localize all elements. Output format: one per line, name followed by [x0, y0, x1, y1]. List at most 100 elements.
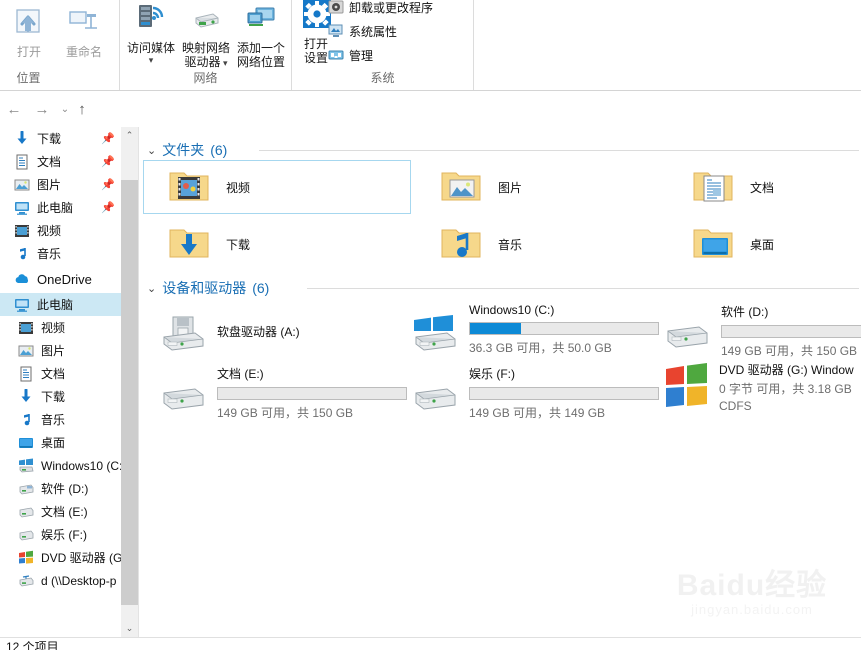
sidebar-item-network-drive-d-label: d (\\Desktop-p — [41, 573, 117, 588]
sidebar-item-videos-quick[interactable]: 视频 — [0, 219, 121, 242]
ribbon-item-uninstall-program[interactable]: 卸载或更改程序 — [328, 0, 433, 18]
drive-tile-d-meta: 149 GB 可用，共 150 GB — [721, 344, 858, 358]
sidebar-item-downloads-pc[interactable]: 下载 — [0, 385, 121, 408]
folder-tile-desktop-label: 桌面 — [750, 237, 775, 252]
downloads-icon — [18, 388, 34, 405]
drive-icon — [411, 377, 459, 424]
pin-icon[interactable]: 📌 — [101, 155, 115, 168]
sidebar-item-dvd-drive[interactable]: DVD 驱动器 (G: — [0, 546, 121, 569]
folder-tile-music-label: 音乐 — [498, 237, 523, 252]
folder-tile-documents[interactable]: 文档 — [667, 160, 857, 214]
forward-button[interactable]: → — [30, 97, 54, 121]
ribbon-item-system-properties[interactable]: 系统属性 — [328, 20, 397, 42]
ribbon-button-access-media[interactable]: 访问媒体 ▾ — [123, 2, 179, 67]
pictures-icon — [18, 343, 34, 359]
videos-icon — [14, 223, 30, 239]
sidebar-item-pictures-label: 图片 — [37, 178, 62, 192]
watermark: Baidu经验 jingyan.baidu.com — [657, 570, 847, 622]
sidebar-item-music-quick[interactable]: 音乐 — [0, 242, 121, 265]
navigation-pane[interactable]: 下载 📌 文档 📌 图片 📌 此电脑 📌 视频 音乐 OneDrive 此电脑 … — [0, 127, 121, 637]
sidebar-item-drive-f[interactable]: 娱乐 (F:) — [0, 523, 121, 546]
folder-tile-pictures[interactable]: 图片 — [415, 160, 663, 214]
sidebar-item-pictures[interactable]: 图片 📌 — [0, 173, 121, 196]
chevron-down-icon[interactable]: ▾ — [220, 58, 228, 68]
sidebar-item-drive-e[interactable]: 文档 (E:) — [0, 500, 121, 523]
folder-tile-videos[interactable]: 视频 — [143, 160, 411, 214]
drive-tile-d-name: 软件 (D:) — [721, 305, 769, 319]
sidebar-item-this-pc-quick-label: 此电脑 — [37, 201, 74, 215]
drive-icon — [18, 504, 34, 520]
folder-tile-music[interactable]: 音乐 — [415, 217, 663, 271]
address-bar: ← → ⌄ ↑ ❯ 此电脑 ❯ ⌄ ⟳ 搜索"此电脑" — [0, 91, 861, 213]
ribbon-button-open[interactable]: 打开 — [1, 6, 57, 59]
drive-tile-c[interactable]: Windows10 (C:) 36.3 GB 可用，共 50.0 GB — [411, 301, 661, 362]
ribbon-button-rename-label: 重命名 — [65, 45, 102, 59]
ribbon-group-network: 访问媒体 ▾ 映射网络 驱动器 ▾ 添加一个 网络位置 网络 — [120, 0, 292, 90]
drive-tile-c-meta: 36.3 GB 可用，共 50.0 GB — [469, 341, 612, 355]
folder-tile-downloads[interactable]: 下载 — [143, 217, 411, 271]
drive-tile-f-capacity-bar — [469, 387, 659, 400]
ribbon-button-map-network-drive[interactable]: 映射网络 驱动器 ▾ — [178, 2, 234, 70]
sidebar-item-downloads[interactable]: 下载 📌 — [0, 127, 121, 150]
group-header-devices-count: (6) — [252, 280, 270, 296]
sidebar-item-this-pc-quick[interactable]: 此电脑 📌 — [0, 196, 121, 219]
drive-tile-floppy-a-name: 软盘驱动器 (A:) — [217, 325, 300, 339]
sidebar-item-downloads-pc-label: 下载 — [41, 390, 66, 404]
sidebar-item-pictures-pc[interactable]: 图片 — [0, 339, 121, 362]
sidebar-item-documents[interactable]: 文档 📌 — [0, 150, 121, 173]
sidebar-item-documents-pc[interactable]: 文档 — [0, 362, 121, 385]
chevron-down-icon[interactable]: ▾ — [123, 53, 179, 67]
drive-tile-floppy-a[interactable]: 软盘驱动器 (A:) — [159, 305, 409, 358]
sidebar-item-desktop[interactable]: 桌面 — [0, 431, 121, 454]
folder-downloads-icon — [168, 224, 212, 265]
folder-tile-downloads-label: 下载 — [226, 237, 251, 252]
file-explorer-window: 属性 打开 — [0, 0, 861, 650]
drive-tile-f[interactable]: 娱乐 (F:) 149 GB 可用，共 149 GB — [411, 363, 661, 424]
sidebar-item-drive-c[interactable]: Windows10 (C: — [0, 454, 121, 477]
open-folder-up-icon — [1, 6, 57, 43]
folder-pictures-icon — [440, 167, 484, 208]
drive-tile-dvd-g-filesystem: CDFS — [719, 399, 752, 413]
sidebar-item-music-pc[interactable]: 音乐 — [0, 408, 121, 431]
ribbon-button-open-label: 打开 — [16, 45, 41, 59]
chevron-down-icon[interactable]: ⌄ — [121, 620, 138, 637]
back-button[interactable]: ← — [2, 97, 26, 121]
windows-drive-icon — [411, 315, 459, 362]
file-list-pane[interactable]: ⌄ 文件夹 (6) 视频 图片 文档 下载 音乐 桌面 ⌄ 设备和驱动器 (6)… — [139, 127, 861, 637]
scrollbar-thumb[interactable] — [121, 180, 138, 605]
chevron-down-icon[interactable]: ⌄ — [147, 282, 156, 295]
floppy-drive-icon — [159, 315, 207, 358]
ribbon-button-add-network-location[interactable]: 添加一个 网络位置 — [233, 2, 289, 69]
drive-tile-f-name: 娱乐 (F:) — [469, 367, 515, 381]
folder-tile-videos-label: 视频 — [226, 180, 251, 195]
chevron-up-icon[interactable]: ⌃ — [121, 127, 138, 144]
pin-icon[interactable]: 📌 — [101, 201, 115, 214]
documents-icon — [18, 366, 34, 382]
add-network-location-icon — [233, 2, 289, 39]
sidebar-item-network-drive-d[interactable]: d (\\Desktop-p — [0, 569, 121, 592]
sidebar-item-drive-d[interactable]: 软件 (D:) — [0, 477, 121, 500]
sidebar-item-videos[interactable]: 视频 — [0, 316, 121, 339]
ribbon-item-uninstall-program-label: 卸载或更改程序 — [349, 0, 434, 15]
sidebar-item-onedrive[interactable]: OneDrive — [0, 265, 121, 293]
access-media-icon — [123, 2, 179, 39]
drive-tile-e[interactable]: 文档 (E:) 149 GB 可用，共 150 GB — [159, 363, 409, 424]
sidebar-item-onedrive-label: OneDrive — [37, 271, 92, 287]
sidebar-item-this-pc[interactable]: 此电脑 — [0, 293, 121, 316]
group-header-devices[interactable]: ⌄ 设备和驱动器 (6) — [147, 277, 859, 299]
drive-tile-dvd-g[interactable]: DVD 驱动器 (G:) Window 0 字节 可用，共 3.18 GB CD… — [663, 359, 861, 414]
ribbon-item-manage[interactable]: 管理 — [328, 44, 373, 66]
drive-tile-d[interactable]: 软件 (D:) 149 GB 可用，共 150 GB — [663, 301, 861, 362]
pin-icon[interactable]: 📌 — [101, 132, 115, 145]
navigation-pane-scrollbar[interactable]: ⌃ ⌄ — [121, 127, 138, 637]
music-icon — [14, 246, 30, 262]
sidebar-item-documents-pc-label: 文档 — [41, 367, 66, 381]
up-button[interactable]: ↑ — [70, 97, 94, 121]
group-header-folders[interactable]: ⌄ 文件夹 (6) — [147, 139, 859, 161]
folder-tile-desktop[interactable]: 桌面 — [667, 217, 857, 271]
folder-tile-pictures-label: 图片 — [498, 180, 523, 195]
pin-icon[interactable]: 📌 — [101, 178, 115, 191]
ribbon-button-rename[interactable]: 重命名 — [56, 6, 112, 59]
drive-tile-dvd-g-meta: 0 字节 可用，共 3.18 GB — [719, 382, 852, 396]
chevron-down-icon[interactable]: ⌄ — [147, 144, 156, 157]
